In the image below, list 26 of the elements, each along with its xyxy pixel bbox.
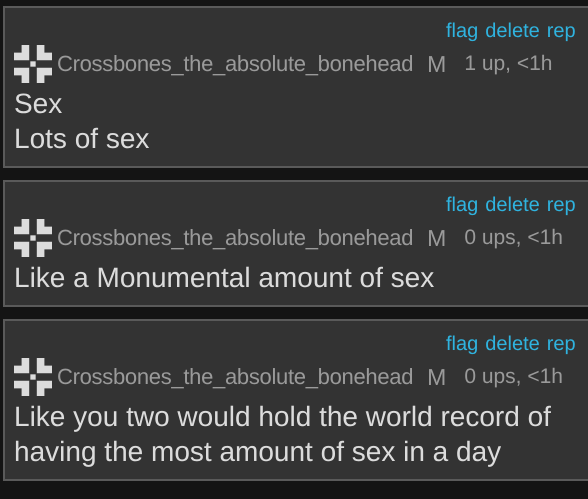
action-link[interactable]: delete	[485, 332, 540, 356]
action-link[interactable]: rep	[546, 332, 576, 356]
action-link[interactable]: delete	[485, 20, 540, 42]
moderator-label: M	[427, 364, 446, 390]
avatar-icon	[14, 45, 52, 83]
comment-text: Like you two would hold the world record of	[14, 400, 552, 434]
comment-text: Like a Monumental amount of sex	[14, 261, 436, 295]
action-link[interactable]: delete	[485, 194, 540, 216]
comment-text: Sex	[14, 87, 64, 121]
action-link[interactable]: flag	[446, 194, 478, 216]
moderator-label: M	[427, 224, 446, 252]
username[interactable]: Crossbones_the_absolute_bonehead	[57, 364, 414, 390]
avatar-icon	[14, 219, 52, 257]
action-link[interactable]: flag	[446, 20, 478, 42]
avatar-icon	[14, 358, 52, 396]
action-link[interactable]: rep	[546, 20, 576, 42]
username[interactable]: Crossbones_the_absolute_bonehead	[57, 225, 414, 251]
comment-text: Lots of sex	[14, 122, 150, 156]
action-link[interactable]: flag	[446, 332, 478, 356]
action-link[interactable]: rep	[546, 194, 576, 216]
vote-time-meta: 1 up, <1h	[464, 52, 552, 76]
vote-time-meta: 0 ups, <1h	[464, 365, 563, 389]
comment-text: having the most amount of sex in a day	[14, 435, 502, 469]
vote-time-meta: 0 ups, <1h	[464, 226, 563, 250]
username[interactable]: Crossbones_the_absolute_bonehead	[57, 51, 414, 77]
moderator-label: M	[427, 50, 446, 78]
